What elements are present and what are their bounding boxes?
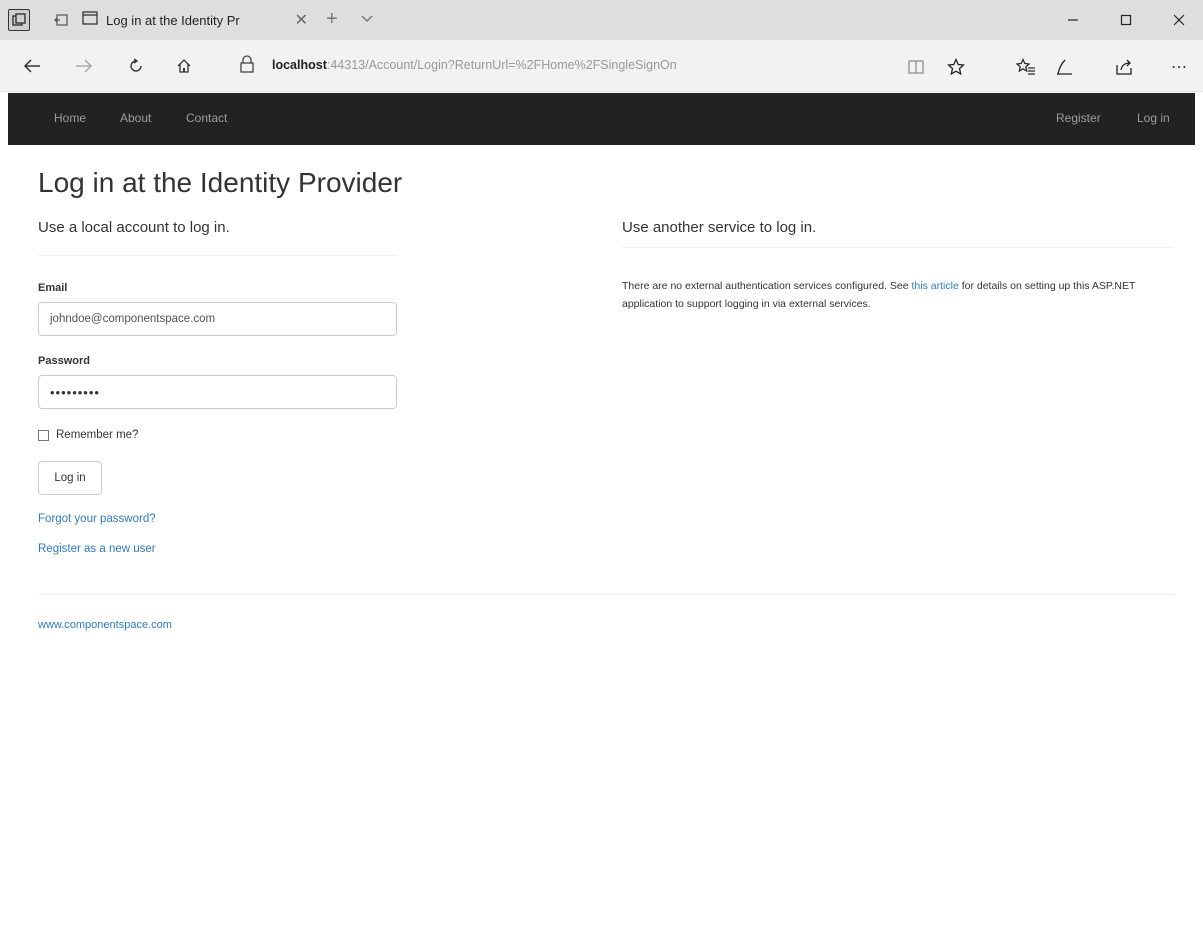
more-icon[interactable]: ⋯ [1165,53,1193,81]
home-icon[interactable] [170,52,198,80]
nav-login-link[interactable]: Log in [1137,111,1170,125]
pen-icon[interactable] [1050,53,1078,81]
back-tabs-icon[interactable] [50,9,72,31]
divider [38,255,398,256]
password-label: Password [38,355,90,367]
share-icon[interactable] [1110,53,1138,81]
browser-tab[interactable]: Log in at the Identity Pr ✕ [82,6,314,34]
chevron-down-icon[interactable] [360,10,374,28]
email-label: Email [38,282,68,294]
external-text-1: There are no external authentication ser… [622,280,912,292]
this-article-link[interactable]: this article [912,280,959,292]
local-account-heading: Use a local account to log in. [38,219,230,236]
register-new-user-link[interactable]: Register as a new user [38,543,156,555]
url-host: localhost [272,58,327,72]
back-arrow-icon[interactable] [18,52,46,80]
favorite-star-icon[interactable] [942,53,970,81]
url-path: :44313/Account/Login?ReturnUrl=%2FHome%2… [326,58,677,72]
nav-register-link[interactable]: Register [1056,111,1101,125]
nav-home-link[interactable]: Home [54,111,86,125]
email-field[interactable]: johndoe@componentspace.com [38,302,397,336]
reading-view-icon[interactable] [902,53,930,81]
site-navbar: Home About Contact Register Log in [8,93,1195,145]
nav-about-link[interactable]: About [120,111,151,125]
login-button[interactable]: Log in [38,461,102,495]
footer-divider [38,594,1174,595]
remember-me[interactable]: Remember me? [38,429,138,441]
page-title: Log in at the Identity Provider [38,167,403,198]
close-icon[interactable]: ✕ [295,10,308,30]
maximize-icon[interactable] [1103,0,1149,40]
address-bar: localhost:44313/Account/Login?ReturnUrl=… [0,40,1203,92]
minimize-icon[interactable] [1050,0,1096,40]
plus-icon[interactable]: + [326,8,338,31]
page-content: Log in at the Identity Provider Use a lo… [8,145,1195,940]
password-field[interactable]: ••••••••• [38,375,397,409]
divider [622,247,1174,248]
nav-contact-link[interactable]: Contact [186,111,227,125]
page-icon [82,10,98,30]
tab-title: Log in at the Identity Pr [106,12,240,28]
remember-me-checkbox[interactable] [38,429,49,441]
tab-actions-icon[interactable] [8,9,30,31]
remember-me-label: Remember me? [56,429,139,441]
external-service-heading: Use another service to log in. [622,219,817,236]
forgot-password-link[interactable]: Forgot your password? [38,513,156,525]
refresh-icon[interactable] [122,52,150,80]
url-field[interactable]: localhost:44313/Account/Login?ReturnUrl=… [272,58,677,72]
footer-site-link[interactable]: www.componentspace.com [38,619,172,631]
lock-icon [240,55,254,78]
forward-arrow-icon[interactable] [70,52,98,80]
favorites-hub-icon[interactable] [1012,53,1040,81]
external-auth-message: There are no external authentication ser… [622,277,1162,313]
browser-tab-bar: Log in at the Identity Pr ✕ + [0,0,1203,40]
window-close-icon[interactable] [1156,0,1202,40]
